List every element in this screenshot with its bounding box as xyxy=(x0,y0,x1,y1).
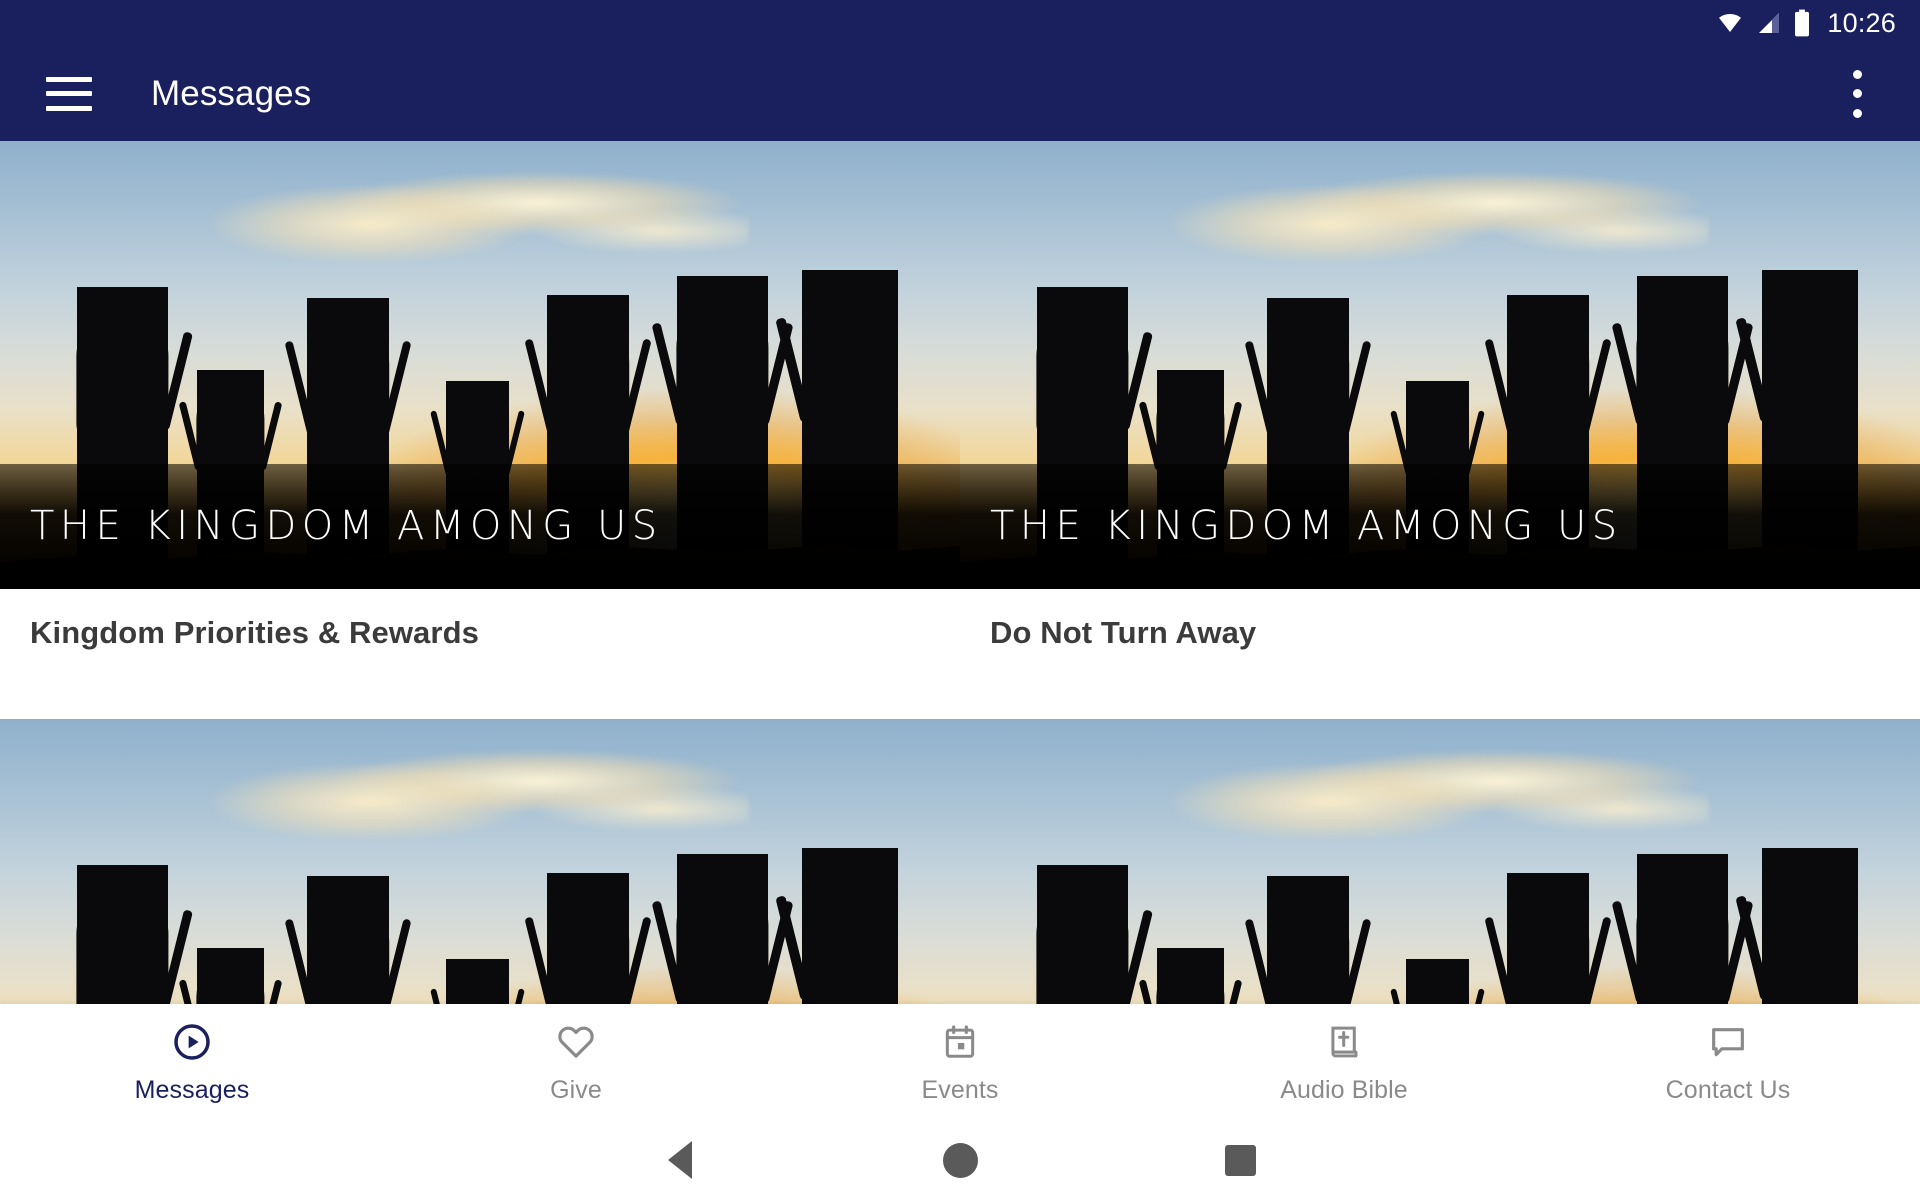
nav-item-label: Audio Bible xyxy=(1280,1075,1408,1104)
person-silhouette xyxy=(1389,959,1486,1004)
series-title-band: THE KINGDOM AMONG US xyxy=(0,463,960,589)
cloud xyxy=(1152,158,1709,276)
nav-item-events[interactable]: Events xyxy=(768,1004,1152,1120)
series-title-band: THE KINGDOM AMONG US xyxy=(960,463,1920,589)
nav-item-give[interactable]: Give xyxy=(384,1004,768,1120)
back-triangle-icon[interactable] xyxy=(540,1141,820,1179)
message-thumbnail[interactable]: THE KINGDOM AMONG US xyxy=(0,719,960,1004)
page-title: Messages xyxy=(151,73,312,113)
message-thumbnail[interactable]: THE KINGDOM AMONG US xyxy=(0,141,960,589)
home-circle-icon[interactable] xyxy=(820,1142,1100,1178)
messages-list[interactable]: THE KINGDOM AMONG US Kingdom Priorities &… xyxy=(0,141,1920,1004)
silhouette-group xyxy=(960,847,1920,1004)
message-thumbnail[interactable]: THE KINGDOM AMONG US xyxy=(960,719,1920,1004)
bottom-navigation-bar: Messages Give Events Audio Bible Contact… xyxy=(0,1004,1920,1120)
sermon-series-artwork xyxy=(960,719,1920,1004)
hamburger-menu-icon[interactable] xyxy=(46,76,92,111)
status-bar: 10:26 xyxy=(0,0,1920,46)
message-card-grid: THE KINGDOM AMONG US Kingdom Priorities &… xyxy=(0,141,1920,1004)
bible-book-icon xyxy=(1322,1020,1366,1064)
person-silhouette xyxy=(1139,947,1242,1004)
person-silhouette xyxy=(76,864,193,1004)
person-silhouette xyxy=(179,947,282,1004)
chat-bubble-icon xyxy=(1706,1020,1750,1064)
battery-icon xyxy=(1793,9,1811,37)
cloud xyxy=(1152,736,1709,854)
message-card[interactable]: THE KINGDOM AMONG US Kingdom Priorities &… xyxy=(0,141,960,719)
nav-item-audio-bible[interactable]: Audio Bible xyxy=(1152,1004,1536,1120)
nav-item-label: Events xyxy=(921,1075,999,1104)
series-title: THE KINGDOM AMONG US xyxy=(30,503,663,550)
message-title: Do Not Turn Away xyxy=(990,615,1257,650)
nav-item-label: Give xyxy=(550,1075,602,1104)
person-silhouette xyxy=(1484,872,1612,1004)
message-card-body: Kingdom Priorities & Rewards xyxy=(0,589,960,719)
nav-item-label: Messages xyxy=(134,1075,250,1104)
cell-signal-icon xyxy=(1755,11,1783,35)
cloud xyxy=(192,736,749,854)
heart-icon xyxy=(554,1020,598,1064)
person-silhouette xyxy=(1244,875,1372,1004)
person-silhouette xyxy=(1735,847,1858,1004)
recents-square-icon[interactable] xyxy=(1100,1144,1380,1176)
message-card[interactable]: THE KINGDOM AMONG US Do Not Turn Away xyxy=(960,141,1920,719)
message-thumbnail[interactable]: THE KINGDOM AMONG US xyxy=(960,141,1920,589)
nav-item-contact-us[interactable]: Contact Us xyxy=(1536,1004,1920,1120)
calendar-icon xyxy=(938,1020,982,1064)
overflow-menu-icon[interactable] xyxy=(1837,69,1877,118)
person-silhouette xyxy=(775,847,898,1004)
person-silhouette xyxy=(1611,853,1754,1004)
person-silhouette xyxy=(651,853,794,1004)
nav-item-label: Contact Us xyxy=(1665,1075,1791,1104)
wifi-icon xyxy=(1715,11,1745,35)
app-screen: 10:26 Messages THE KINGDOM AMONG US Kingd… xyxy=(0,0,1920,1200)
sermon-series-artwork xyxy=(0,719,960,1004)
person-silhouette xyxy=(1036,864,1153,1004)
message-card-body: Do Not Turn Away xyxy=(960,589,1920,719)
person-silhouette xyxy=(524,872,652,1004)
app-bar: Messages xyxy=(0,46,1920,141)
message-card[interactable]: THE KINGDOM AMONG US xyxy=(960,719,1920,1004)
person-silhouette xyxy=(429,959,526,1004)
cloud xyxy=(192,158,749,276)
play-circle-icon xyxy=(170,1020,214,1064)
person-silhouette xyxy=(284,875,412,1004)
nav-item-messages[interactable]: Messages xyxy=(0,1004,384,1120)
status-bar-clock: 10:26 xyxy=(1827,7,1896,38)
system-navigation-bar xyxy=(0,1120,1920,1200)
series-title: THE KINGDOM AMONG US xyxy=(990,503,1623,550)
message-card[interactable]: THE KINGDOM AMONG US xyxy=(0,719,960,1004)
message-title: Kingdom Priorities & Rewards xyxy=(30,615,479,650)
silhouette-group xyxy=(0,847,960,1004)
